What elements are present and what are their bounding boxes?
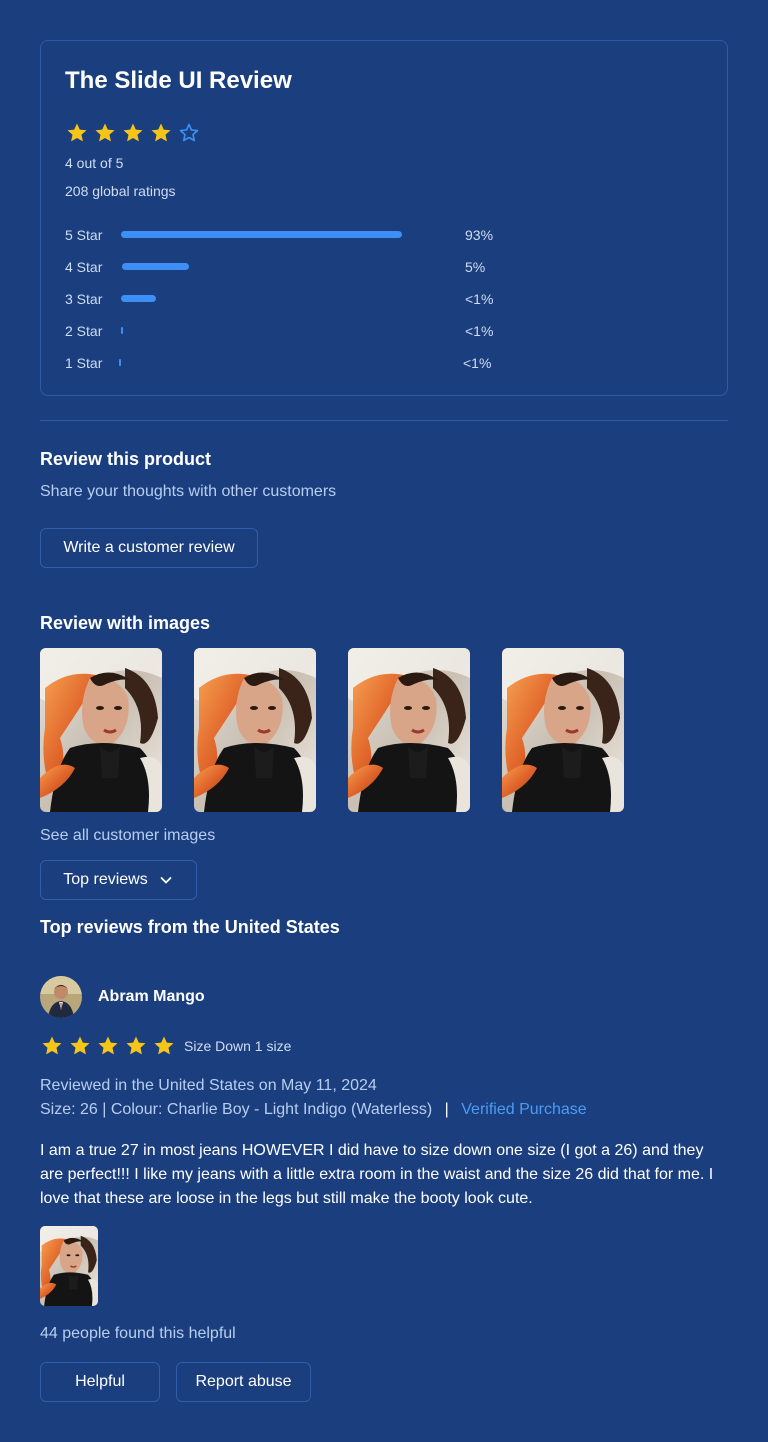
helpful-count: 44 people found this helpful bbox=[40, 1325, 236, 1342]
review-rating-stars bbox=[40, 1034, 176, 1058]
star-empty-icon bbox=[179, 123, 199, 142]
verified-purchase-badge: Verified Purchase bbox=[461, 1101, 587, 1118]
star-filled-icon bbox=[123, 123, 143, 142]
avatar bbox=[40, 976, 82, 1018]
star-filled-icon bbox=[67, 123, 87, 142]
top-reviews-heading: Top reviews from the United States bbox=[40, 917, 340, 937]
rating-row-label: 5 Star bbox=[65, 227, 103, 243]
star-filled-icon bbox=[95, 123, 115, 142]
rating-row-label: 4 Star bbox=[65, 259, 103, 275]
customer-image[interactable] bbox=[40, 648, 162, 812]
report-abuse-button[interactable]: Report abuse bbox=[176, 1362, 311, 1402]
rating-row-percent: <1% bbox=[465, 291, 494, 307]
write-review-button[interactable]: Write a customer review bbox=[40, 528, 258, 568]
review-size: Size: 26 bbox=[40, 1101, 98, 1118]
summary-rating-stars bbox=[65, 121, 201, 145]
star-filled-icon bbox=[154, 1036, 174, 1055]
star-filled-icon bbox=[151, 123, 171, 142]
star-filled-icon bbox=[42, 1036, 62, 1055]
rating-row-4-star[interactable]: 4 Star 5% bbox=[65, 257, 525, 277]
star-filled-icon bbox=[126, 1036, 146, 1055]
rating-bar bbox=[122, 263, 412, 270]
global-ratings-count: 208 global ratings bbox=[65, 183, 176, 199]
sort-selected-value: Top reviews bbox=[63, 871, 148, 888]
helpful-button[interactable]: Helpful bbox=[40, 1362, 160, 1402]
rating-row-percent: <1% bbox=[463, 355, 492, 371]
rating-bar-fill bbox=[121, 295, 156, 302]
rating-summary-card: The Slide UI Review 4 out of 5 208 globa… bbox=[40, 40, 728, 396]
rating-row-percent: 93% bbox=[465, 227, 494, 243]
rating-row-label: 1 Star bbox=[65, 355, 103, 371]
review-colour: Colour: Charlie Boy - Light Indigo (Wate… bbox=[110, 1101, 433, 1118]
review-image[interactable] bbox=[40, 1226, 98, 1306]
rating-bar bbox=[119, 359, 409, 366]
customer-image[interactable] bbox=[348, 648, 470, 812]
chevron-down-icon bbox=[160, 877, 172, 884]
rating-row-1-star[interactable]: 1 Star <1% bbox=[65, 353, 525, 373]
rating-row-5-star[interactable]: 5 Star 93% bbox=[65, 225, 525, 245]
rating-row-label: 2 Star bbox=[65, 323, 103, 339]
review-images-heading: Review with images bbox=[40, 613, 211, 633]
rating-bar-fill bbox=[121, 327, 124, 334]
see-all-images-link[interactable]: See all customer images bbox=[40, 827, 215, 845]
review-body: I am a true 27 in most jeans HOWEVER I d… bbox=[40, 1142, 714, 1207]
section-divider bbox=[40, 420, 728, 421]
review-variant-info: Size: 26 | Colour: Charlie Boy - Light I… bbox=[40, 1101, 587, 1119]
variant-separator: | bbox=[102, 1101, 111, 1118]
summary-title: The Slide UI Review bbox=[65, 67, 292, 94]
reviewer-name[interactable]: Abram Mango bbox=[98, 988, 205, 1006]
size-note: Size Down 1 size bbox=[184, 1038, 292, 1054]
rating-bar bbox=[121, 231, 411, 238]
review-date: Reviewed in the United States on May 11,… bbox=[40, 1077, 377, 1094]
star-filled-icon bbox=[70, 1036, 90, 1055]
rating-row-label: 3 Star bbox=[65, 291, 103, 307]
review-product-subtext: Share your thoughts with other customers bbox=[40, 483, 337, 500]
sort-dropdown[interactable]: Top reviews bbox=[40, 860, 197, 900]
rating-row-3-star[interactable]: 3 Star <1% bbox=[65, 289, 525, 309]
rating-row-percent: 5% bbox=[465, 259, 486, 275]
rating-row-percent: <1% bbox=[465, 323, 494, 339]
rating-bar-fill bbox=[119, 359, 122, 366]
rating-bar bbox=[121, 327, 411, 334]
verified-separator: | bbox=[444, 1101, 449, 1118]
review-product-heading: Review this product bbox=[40, 449, 212, 469]
rating-text: 4 out of 5 bbox=[65, 155, 124, 171]
rating-row-2-star[interactable]: 2 Star <1% bbox=[65, 321, 525, 341]
star-filled-icon bbox=[98, 1036, 118, 1055]
rating-bar-fill bbox=[121, 231, 403, 238]
rating-bar bbox=[121, 295, 411, 302]
rating-bar-fill bbox=[122, 263, 189, 270]
customer-image[interactable] bbox=[502, 648, 624, 812]
customer-image[interactable] bbox=[194, 648, 316, 812]
